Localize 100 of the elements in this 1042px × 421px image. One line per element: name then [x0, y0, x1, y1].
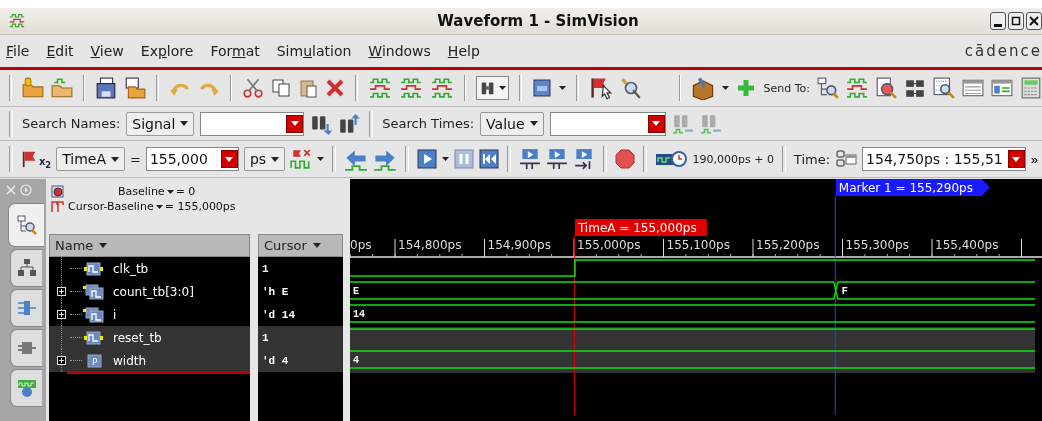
- expand-icon[interactable]: [57, 310, 66, 319]
- link-icon[interactable]: [835, 149, 858, 169]
- signal-row[interactable]: count_tb[3:0]: [49, 280, 250, 303]
- tree-magnifier-icon[interactable]: [817, 77, 839, 99]
- magnifier-icon[interactable]: [619, 77, 642, 99]
- binary-magnifier-icon[interactable]: [933, 77, 955, 99]
- toolbar-toggle[interactable]: [476, 76, 510, 100]
- menu-item[interactable]: Windows: [368, 43, 431, 59]
- signal-row[interactable]: reset_tb: [49, 326, 250, 349]
- stop-icon[interactable]: [614, 149, 635, 169]
- flag-waveform-icon[interactable]: [290, 148, 313, 170]
- side-tab[interactable]: [10, 369, 42, 407]
- cursor-delta-icon[interactable]: [51, 200, 64, 213]
- menu-item[interactable]: Explore: [140, 43, 194, 59]
- side-tab[interactable]: [10, 329, 42, 367]
- folder-icon[interactable]: [124, 77, 147, 99]
- caret-icon[interactable]: [559, 86, 567, 90]
- expand-icon[interactable]: [57, 356, 66, 365]
- menu-item[interactable]: Simulation: [276, 43, 352, 59]
- display-icon[interactable]: [532, 78, 553, 98]
- calculator-icon[interactable]: [1020, 77, 1042, 99]
- dropdown-button[interactable]: [1007, 150, 1025, 168]
- close-button[interactable]: [1026, 12, 1042, 30]
- document-magnifier-icon[interactable]: [875, 77, 897, 99]
- step-icon[interactable]: [572, 148, 595, 170]
- menu-item[interactable]: Edit: [46, 43, 74, 59]
- time-range-field[interactable]: 154,750ps : 155,51: [862, 147, 1026, 171]
- side-tab[interactable]: [8, 203, 44, 247]
- caret-icon[interactable]: [499, 86, 507, 90]
- dropdown-button[interactable]: [220, 150, 238, 168]
- menu-item[interactable]: Help: [447, 43, 480, 59]
- overflow-button[interactable]: »: [1030, 151, 1038, 167]
- play-icon[interactable]: [416, 149, 437, 169]
- column-header[interactable]: Cursor: [258, 234, 343, 257]
- cursor-value: 'd 14: [261, 308, 295, 321]
- caret-icon[interactable]: [317, 157, 325, 161]
- baseline-icon[interactable]: [51, 185, 64, 198]
- bus-icon: [83, 306, 105, 323]
- step-icon[interactable]: [545, 148, 568, 170]
- waveform-icon[interactable]: [846, 77, 868, 99]
- caret-icon[interactable]: [441, 157, 449, 161]
- hierarchy-icon: [16, 258, 37, 278]
- cursor-value: 'h E: [261, 285, 289, 298]
- waveform-icon[interactable]: [398, 77, 423, 99]
- brand-logo: cādence: [964, 42, 1042, 60]
- search-field[interactable]: [200, 111, 305, 136]
- tick-label: 155,100ps: [666, 238, 730, 252]
- bus-icon: [83, 283, 105, 300]
- signal-row[interactable]: clk_tb: [49, 257, 250, 280]
- save-icon[interactable]: [95, 77, 118, 99]
- menu-item[interactable]: File: [6, 43, 30, 59]
- flag-pointer-icon[interactable]: [588, 76, 613, 100]
- bus-value: 4: [353, 355, 359, 366]
- expand-icon[interactable]: [57, 287, 66, 296]
- marker-label: Marker 1 = 155,290ps: [835, 179, 990, 196]
- caret-icon[interactable]: [155, 204, 163, 209]
- delete-icon[interactable]: [325, 78, 346, 98]
- waveform-icon[interactable]: [367, 77, 392, 99]
- minimize-button[interactable]: [990, 12, 1006, 30]
- open-folder-icon[interactable]: [21, 77, 44, 99]
- paste-icon[interactable]: [298, 78, 319, 98]
- menu-item[interactable]: View: [90, 43, 124, 59]
- side-tab[interactable]: [10, 249, 42, 287]
- scissors-icon[interactable]: [242, 77, 265, 99]
- baseline-value: = 0: [175, 185, 196, 198]
- caret-icon[interactable]: [166, 189, 174, 194]
- maximize-button[interactable]: [1008, 12, 1024, 30]
- unit-dropdown[interactable]: ps: [243, 147, 286, 171]
- copy-icon[interactable]: [271, 78, 292, 98]
- find-previous-icon[interactable]: [338, 112, 361, 135]
- column-header[interactable]: Name: [49, 234, 250, 257]
- search-field[interactable]: [549, 111, 666, 136]
- chip-icon[interactable]: [904, 77, 926, 99]
- window-title: Waveform 1 - SimVision: [436, 12, 640, 30]
- window-icon[interactable]: [991, 77, 1013, 99]
- scope-dropdown[interactable]: Value: [480, 111, 544, 136]
- side-tab[interactable]: [10, 289, 42, 327]
- signal-row[interactable]: P width: [49, 349, 250, 372]
- signal-name: width: [113, 353, 147, 368]
- equals-sign: =: [130, 151, 141, 167]
- dropdown-button[interactable]: [647, 114, 665, 133]
- tick-label: 0ps: [350, 238, 372, 252]
- clock-icon[interactable]: [654, 149, 688, 169]
- scope-dropdown[interactable]: Signal: [126, 111, 195, 136]
- step-icon[interactable]: [518, 148, 541, 170]
- signal-icon: [83, 260, 105, 277]
- cursor-count: x$_{2}$: [38, 156, 52, 170]
- caret-icon[interactable]: [722, 86, 730, 90]
- baseline-label: Cursor-Baseline: [68, 200, 154, 213]
- rewind-icon[interactable]: [478, 149, 499, 169]
- time-label: Time:: [793, 151, 831, 167]
- dropdown-button[interactable]: [286, 114, 304, 133]
- menu-item[interactable]: Format: [210, 43, 260, 59]
- box-icon[interactable]: [691, 76, 716, 100]
- schematic-icon: [16, 298, 37, 318]
- waveform-icon[interactable]: [429, 77, 454, 99]
- tick-label: 154,800ps: [398, 238, 462, 252]
- cursor-dropdown[interactable]: TimeA: [56, 147, 125, 171]
- table-icon[interactable]: [962, 77, 984, 99]
- time-field[interactable]: 155,000: [145, 147, 239, 171]
